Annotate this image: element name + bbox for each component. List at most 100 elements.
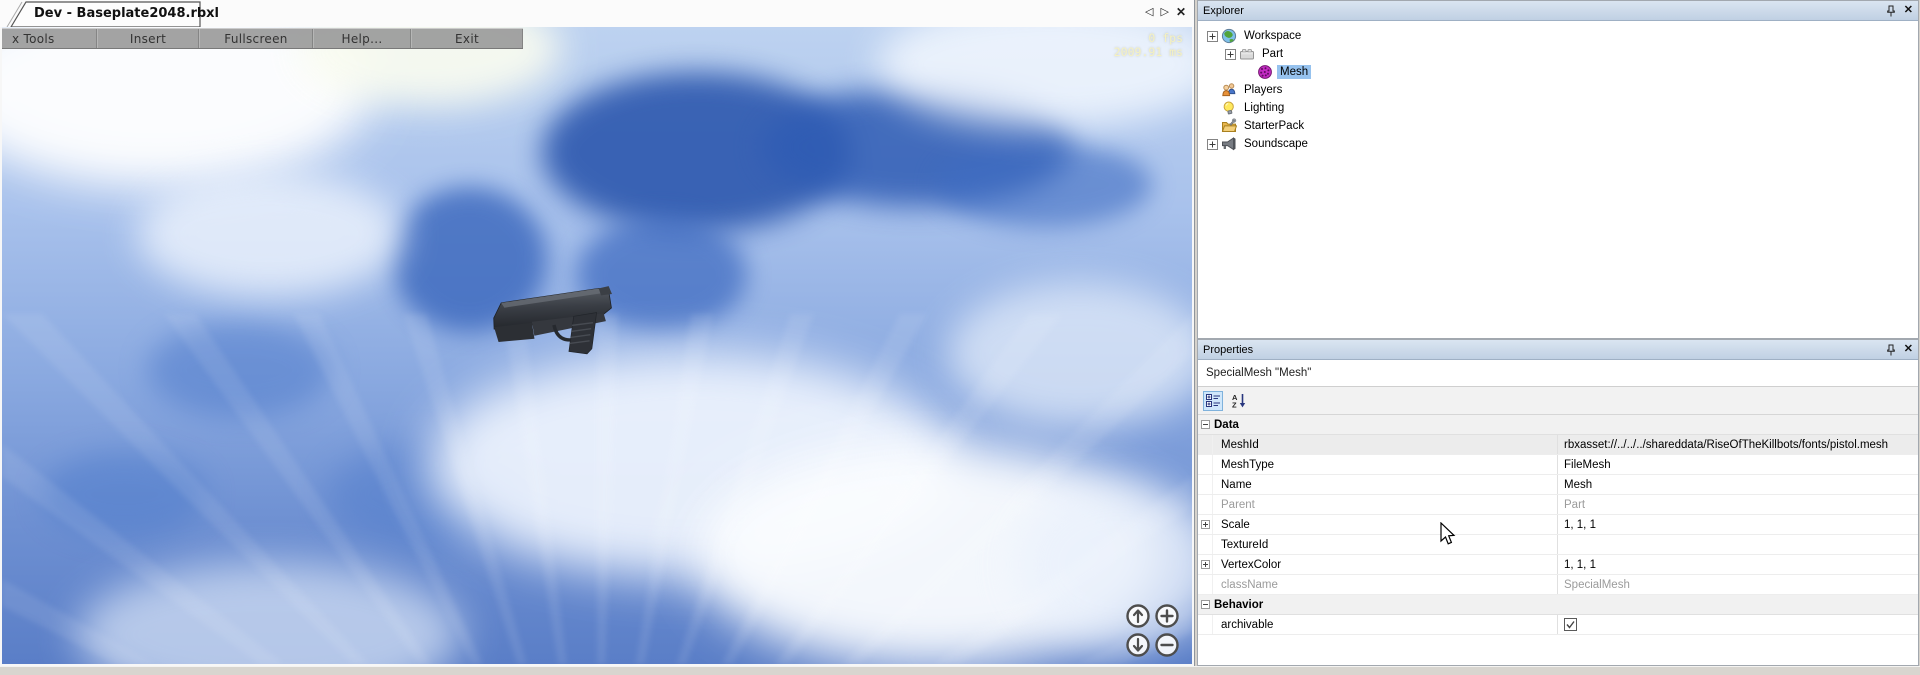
categorized-view-button[interactable] <box>1203 391 1223 411</box>
expand-property-icon[interactable] <box>1201 560 1210 569</box>
collapse-section-icon[interactable] <box>1201 420 1210 429</box>
performance-stats: 0 fps 2009.91 ms <box>1114 31 1183 59</box>
pistol-mesh-object[interactable] <box>488 286 620 364</box>
property-gutter <box>1198 535 1213 554</box>
tree-item-starterpack[interactable]: StarterPack <box>1198 117 1918 135</box>
camera-controls <box>1125 603 1180 658</box>
property-name: Name <box>1213 479 1557 491</box>
cloud-blob <box>137 172 402 297</box>
tree-item-workspace[interactable]: Workspace <box>1198 27 1918 45</box>
pin-icon[interactable] <box>1886 5 1896 17</box>
zoom-in-button[interactable] <box>1154 603 1180 629</box>
expand-toggle-icon[interactable] <box>1224 48 1237 61</box>
property-name: VertexColor <box>1213 559 1557 571</box>
property-value[interactable]: 1, 1, 1 <box>1557 555 1918 574</box>
property-row-scale[interactable]: Scale1, 1, 1 <box>1198 515 1918 535</box>
property-value[interactable] <box>1557 535 1918 554</box>
tilt-down-button[interactable] <box>1125 632 1151 658</box>
menu-item-insert[interactable]: Insert <box>97 29 199 48</box>
tab-title: Dev - Baseplate2048.rbxl <box>34 6 219 21</box>
section-row-behavior[interactable]: Behavior <box>1198 595 1918 615</box>
tree-item-mesh[interactable]: Mesh <box>1198 63 1918 81</box>
property-row-meshtype[interactable]: MeshTypeFileMesh <box>1198 455 1918 475</box>
property-value[interactable]: rbxasset://../../../shareddata/RiseOfThe… <box>1557 435 1918 454</box>
document-tab[interactable]: Dev - Baseplate2048.rbxl <box>4 1 204 27</box>
prev-tab-icon[interactable]: ◁ <box>1145 4 1153 20</box>
tree-item-label: Lighting <box>1241 101 1287 115</box>
tree-item-label: Workspace <box>1241 29 1304 43</box>
property-row-name[interactable]: NameMesh <box>1198 475 1918 495</box>
property-row-archivable[interactable]: archivable <box>1198 615 1918 635</box>
close-panel-icon[interactable]: ✕ <box>1904 5 1913 16</box>
section-row-data[interactable]: Data <box>1198 415 1918 435</box>
property-gutter <box>1198 475 1213 494</box>
expander-spacer <box>1206 120 1219 133</box>
zoom-out-button[interactable] <box>1154 632 1180 658</box>
expand-property-icon[interactable] <box>1201 520 1210 529</box>
sky-light-rays <box>2 314 1192 664</box>
expand-toggle-icon[interactable] <box>1206 30 1219 43</box>
next-tab-icon[interactable]: ▷ <box>1160 4 1168 20</box>
explorer-header[interactable]: Explorer ✕ <box>1198 1 1918 21</box>
checkbox-checked-icon[interactable] <box>1564 618 1577 631</box>
property-name: archivable <box>1213 619 1557 631</box>
property-name: Scale <box>1213 519 1557 531</box>
menu-item-x-tools[interactable]: x Tools <box>2 29 97 48</box>
document-window: Dev - Baseplate2048.rbxl ◁ ▷ ✕ <box>0 0 1195 666</box>
menu-item-fullscreen[interactable]: Fullscreen <box>199 29 313 48</box>
roblox-studio-window: Dev - Baseplate2048.rbxl ◁ ▷ ✕ <box>0 0 1920 675</box>
3d-viewport[interactable]: x ToolsInsertFullscreenHelp...Exit 0 fps… <box>2 27 1192 664</box>
tree-item-lighting[interactable]: Lighting <box>1198 99 1918 117</box>
azsort-view-button[interactable]: AZ <box>1229 391 1249 411</box>
property-gutter <box>1198 495 1213 514</box>
frame-time: 2009.91 ms <box>1114 45 1183 59</box>
collapse-section-icon[interactable] <box>1201 600 1210 609</box>
property-value[interactable]: FileMesh <box>1557 455 1918 474</box>
property-row-meshid[interactable]: MeshIdrbxasset://../../../shareddata/Ris… <box>1198 435 1918 455</box>
explorer-tree: Workspace Part Mesh Players Lighting StarterP… <box>1198 21 1918 153</box>
lighting-icon <box>1221 100 1237 116</box>
tab-navigation: ◁ ▷ ✕ <box>1145 4 1186 20</box>
game-menu-bar: x ToolsInsertFullscreenHelp...Exit <box>2 28 523 49</box>
tree-item-part[interactable]: Part <box>1198 45 1918 63</box>
tree-item-label: Mesh <box>1277 65 1311 79</box>
players-icon <box>1221 82 1237 98</box>
property-value[interactable]: SpecialMesh <box>1557 575 1918 594</box>
property-value[interactable] <box>1557 615 1918 634</box>
expand-toggle-icon[interactable] <box>1206 138 1219 151</box>
soundscape-icon <box>1221 136 1237 152</box>
tree-item-label: Soundscape <box>1241 137 1311 151</box>
window-bottom-edge <box>0 666 1920 675</box>
property-value[interactable]: Mesh <box>1557 475 1918 494</box>
pin-icon[interactable] <box>1886 344 1896 356</box>
property-gutter <box>1198 455 1213 474</box>
property-value[interactable]: 1, 1, 1 <box>1557 515 1918 534</box>
close-panel-icon[interactable]: ✕ <box>1904 344 1913 355</box>
property-row-textureid[interactable]: TextureId <box>1198 535 1918 555</box>
properties-panel: Properties ✕ SpecialMesh "Mesh" AZ DataM… <box>1197 339 1919 666</box>
property-row-parent[interactable]: ParentPart <box>1198 495 1918 515</box>
close-tab-icon[interactable]: ✕ <box>1176 4 1186 20</box>
properties-header[interactable]: Properties ✕ <box>1198 340 1918 360</box>
section-label: Behavior <box>1214 599 1263 611</box>
starterpack-icon <box>1221 118 1237 134</box>
menu-item-exit[interactable]: Exit <box>411 29 523 48</box>
property-gutter <box>1198 515 1213 534</box>
svg-text:Z: Z <box>1232 401 1237 409</box>
tree-item-players[interactable]: Players <box>1198 81 1918 99</box>
properties-grid: DataMeshIdrbxasset://../../../shareddata… <box>1198 415 1918 635</box>
property-row-classname[interactable]: classNameSpecialMesh <box>1198 575 1918 595</box>
tilt-up-button[interactable] <box>1125 603 1151 629</box>
property-gutter <box>1198 555 1213 574</box>
tree-item-label: Players <box>1241 83 1285 97</box>
property-gutter <box>1198 575 1213 594</box>
property-value[interactable]: Part <box>1557 495 1918 514</box>
explorer-title: Explorer <box>1203 5 1886 17</box>
menu-item-help[interactable]: Help... <box>313 29 411 48</box>
tree-item-soundscape[interactable]: Soundscape <box>1198 135 1918 153</box>
mesh-icon <box>1257 64 1273 80</box>
workspace-icon <box>1221 28 1237 44</box>
tree-item-label: StarterPack <box>1241 119 1307 133</box>
property-row-vertexcolor[interactable]: VertexColor1, 1, 1 <box>1198 555 1918 575</box>
properties-toolbar: AZ <box>1198 387 1918 415</box>
